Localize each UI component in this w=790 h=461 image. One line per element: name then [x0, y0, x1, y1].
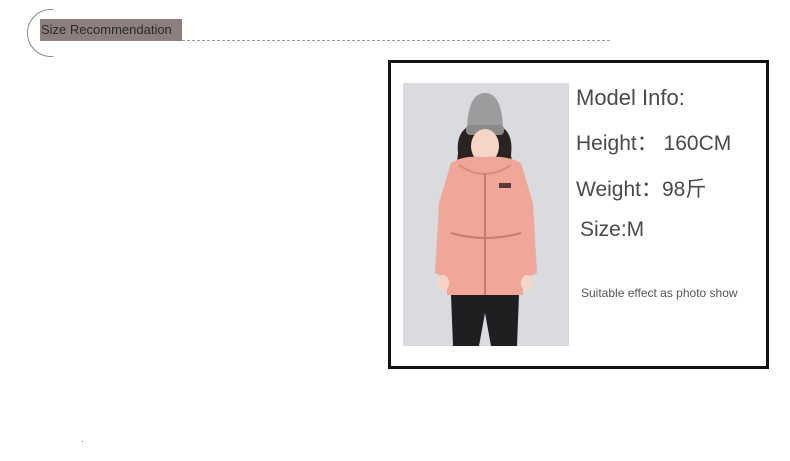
model-weight-text: Weight：98斤: [576, 178, 707, 201]
model-illustration: [403, 83, 569, 346]
stray-dot: [82, 441, 83, 442]
header-dashed-divider: [182, 40, 610, 41]
model-size-text: Size:M: [580, 218, 645, 241]
model-photo: [403, 83, 569, 346]
fit-note-text: Suitable effect as photo show: [581, 286, 738, 300]
model-info-card: Model Info: Height： 160CM Weight：98斤 Siz…: [388, 60, 769, 369]
section-title-tag: Size Recommendation: [40, 19, 182, 41]
model-height-text: Height： 160CM: [576, 132, 732, 155]
model-info-title: Model Info:: [576, 85, 685, 110]
